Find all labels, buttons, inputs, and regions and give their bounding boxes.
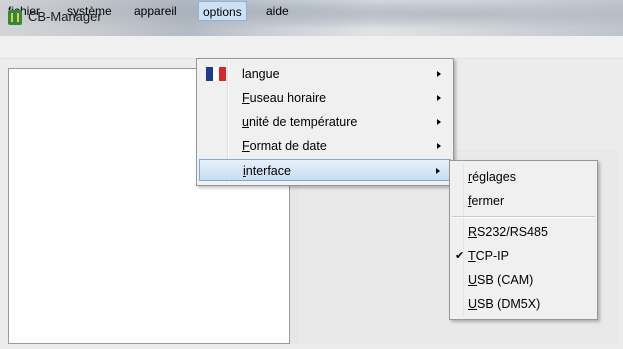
submenu-arrow-icon xyxy=(437,71,441,77)
checkmark-icon: ✔ xyxy=(455,250,465,262)
submenu-arrow-icon xyxy=(437,95,441,101)
submenu-arrow-icon xyxy=(437,119,441,125)
menu-item-label: ormat de date xyxy=(249,139,327,153)
interface-item-rs232-rs485[interactable]: RS232/RS485 xyxy=(452,220,595,244)
interface-item-reglages[interactable]: réglages xyxy=(452,165,595,189)
menu-appareil[interactable]: appareil xyxy=(134,3,177,20)
interface-item-fermer[interactable]: fermer xyxy=(452,189,595,213)
mnemonic: R xyxy=(468,225,478,239)
submenu-arrow-icon xyxy=(437,143,441,149)
options-item-fuseau-horaire[interactable]: Fuseau horaire xyxy=(199,87,451,109)
menu-item-label: ermer xyxy=(471,194,505,208)
interface-item-tcp-ip[interactable]: ✔ TCP-IP xyxy=(452,244,595,268)
menu-item-label: useau horaire xyxy=(249,91,327,105)
menu-item-label: églages xyxy=(472,170,516,184)
mnemonic: U xyxy=(468,297,478,311)
options-menu: langue Fuseau horaire unité de températu… xyxy=(196,58,454,186)
window-title: CB-Manager xyxy=(28,9,102,24)
menu-item-label: SB (DM5X) xyxy=(477,297,541,311)
options-item-interface[interactable]: interface xyxy=(199,159,451,181)
menu-item-label: SB (CAM) xyxy=(477,273,534,287)
menu-options[interactable]: options xyxy=(198,1,247,21)
mnemonic: F xyxy=(242,139,250,153)
options-item-unite-temperature[interactable]: unité de température xyxy=(199,111,451,133)
mnemonic: u xyxy=(242,115,249,129)
options-item-langue[interactable]: langue xyxy=(199,63,451,85)
submenu-arrow-icon xyxy=(436,168,440,174)
interface-item-usb-dm5x[interactable]: USB (DM5X) xyxy=(452,292,595,316)
french-flag-icon xyxy=(206,67,227,81)
mnemonic: F xyxy=(242,91,250,105)
menu-item-label: CP-IP xyxy=(475,249,509,263)
interface-submenu: réglages fermer RS232/RS485 ✔ TCP-IP USB… xyxy=(449,160,598,320)
interface-item-usb-cam[interactable]: USB (CAM) xyxy=(452,268,595,292)
mnemonic: T xyxy=(468,249,476,263)
menu-item-label: langue xyxy=(242,67,280,81)
options-item-format-date[interactable]: Format de date xyxy=(199,135,451,157)
menu-separator xyxy=(452,216,595,218)
menu-bar xyxy=(0,36,623,59)
menu-item-label: S232/RS485 xyxy=(477,225,548,239)
menu-aide[interactable]: aide xyxy=(266,3,289,20)
content-panel-top xyxy=(452,60,619,152)
mnemonic: U xyxy=(468,273,478,287)
menu-item-label: nité de température xyxy=(248,115,358,129)
menu-item-label: nterface xyxy=(245,164,291,178)
app-logo-icon[interactable] xyxy=(8,10,22,25)
